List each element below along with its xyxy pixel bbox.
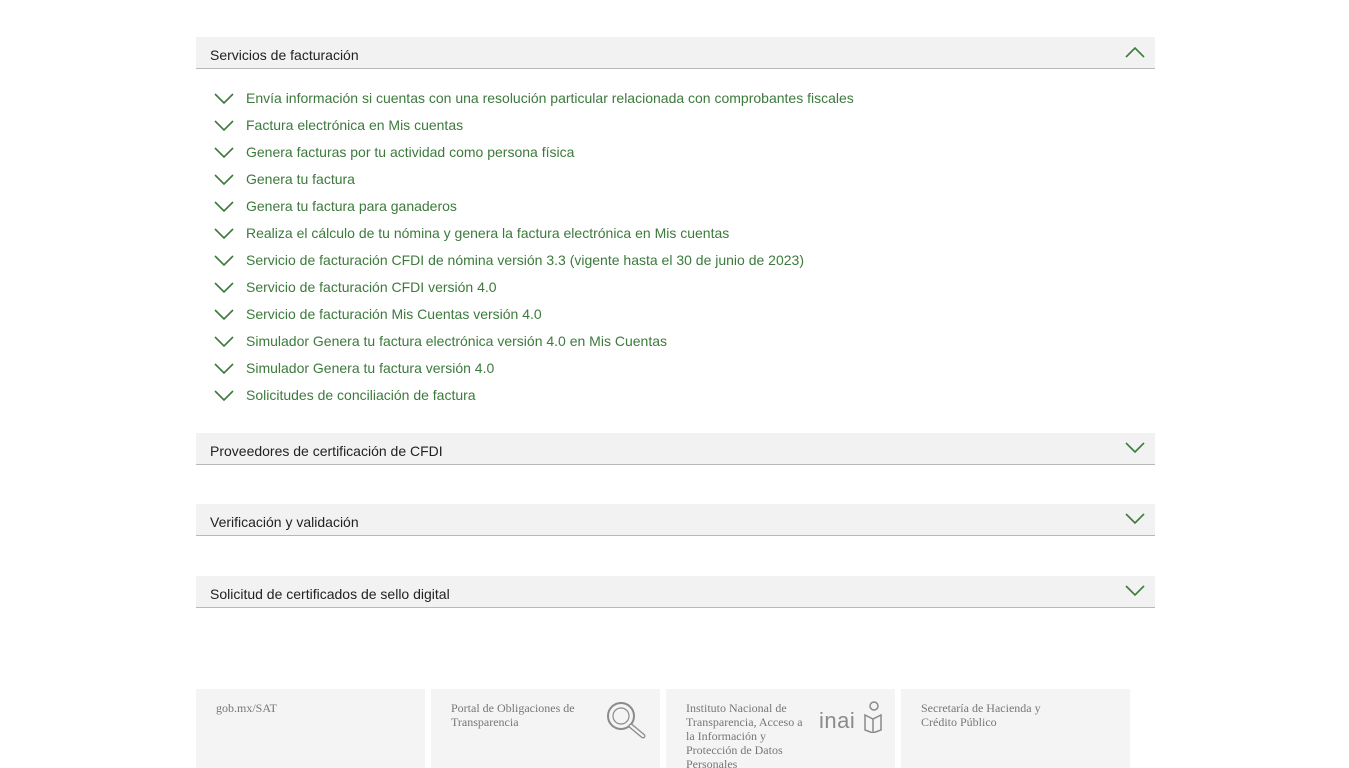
chevron-down-icon[interactable] bbox=[1125, 513, 1145, 525]
section-proveedores-certificacion: Proveedores de certificación de CFDI bbox=[196, 433, 1155, 465]
chevron-down-icon[interactable] bbox=[1125, 585, 1145, 597]
chevron-down-icon bbox=[214, 255, 234, 267]
service-link[interactable]: Solicitudes de conciliación de factura bbox=[246, 387, 476, 403]
service-link[interactable]: Genera tu factura para ganaderos bbox=[246, 198, 457, 214]
footer-transparencia-label: Portal de Obligaciones de Transparencia bbox=[451, 701, 575, 729]
section-header-proveedores-certificacion[interactable]: Proveedores de certificación de CFDI bbox=[196, 433, 1155, 465]
book-person-icon bbox=[864, 701, 882, 733]
chevron-down-icon bbox=[214, 93, 234, 105]
footer-gob-label: gob.mx/SAT bbox=[216, 701, 278, 715]
chevron-down-icon bbox=[214, 120, 234, 132]
chevron-down-icon bbox=[214, 147, 234, 159]
chevron-down-icon bbox=[214, 201, 234, 213]
inai-logo: inai bbox=[819, 708, 856, 733]
service-link[interactable]: Servicio de facturación CFDI versión 4.0 bbox=[246, 279, 497, 295]
chevron-down-icon bbox=[214, 228, 234, 240]
section-verificacion-validacion: Verificación y validación bbox=[196, 504, 1155, 536]
service-link[interactable]: Realiza el cálculo de tu nómina y genera… bbox=[246, 225, 729, 241]
footer-hacienda-link[interactable]: Secretaría de Hacienda y Crédito Público bbox=[901, 689, 1130, 768]
chevron-down-icon bbox=[214, 309, 234, 321]
footer-hacienda-label: Secretaría de Hacienda y Crédito Público bbox=[921, 701, 1041, 729]
magnifier-icon bbox=[607, 702, 646, 739]
chevron-down-icon bbox=[214, 390, 234, 402]
section-header-solicitud-certificados[interactable]: Solicitud de certificados de sello digit… bbox=[196, 576, 1155, 608]
footer-gob-link[interactable]: gob.mx/SAT bbox=[196, 689, 425, 768]
section-solicitud-certificados: Solicitud de certificados de sello digit… bbox=[196, 576, 1155, 608]
service-link[interactable]: Simulador Genera tu factura versión 4.0 bbox=[246, 360, 494, 376]
section-title: Servicios de facturación bbox=[210, 47, 359, 63]
footer-inai-link[interactable]: Instituto Nacional de Transparencia, Acc… bbox=[666, 689, 895, 768]
section-title: Verificación y validación bbox=[210, 514, 359, 530]
section-title: Solicitud de certificados de sello digit… bbox=[210, 586, 450, 602]
chevron-down-icon bbox=[214, 363, 234, 375]
chevron-down-icon bbox=[214, 174, 234, 186]
section-title: Proveedores de certificación de CFDI bbox=[210, 443, 443, 459]
footer-inai-label: Instituto Nacional de Transparencia, Acc… bbox=[686, 701, 803, 768]
service-link[interactable]: Envía información si cuentas con una res… bbox=[246, 90, 854, 106]
section-header-verificacion-validacion[interactable]: Verificación y validación bbox=[196, 504, 1155, 536]
service-link[interactable]: Factura electrónica en Mis cuentas bbox=[246, 117, 463, 133]
chevron-down-icon[interactable] bbox=[1125, 442, 1145, 454]
service-link[interactable]: Servicio de facturación CFDI de nómina v… bbox=[246, 252, 804, 268]
footer-transparencia-link[interactable]: Portal de Obligaciones de Transparencia bbox=[431, 689, 660, 768]
chevron-down-icon bbox=[214, 336, 234, 348]
service-link[interactable]: Simulador Genera tu factura electrónica … bbox=[246, 333, 667, 349]
service-link[interactable]: Genera facturas por tu actividad como pe… bbox=[246, 144, 574, 160]
chevron-up-icon[interactable] bbox=[1125, 46, 1145, 58]
chevron-down-icon bbox=[214, 282, 234, 294]
service-link[interactable]: Genera tu factura bbox=[246, 171, 355, 187]
section-servicios-facturacion: Servicios de facturación bbox=[196, 37, 1155, 69]
service-link[interactable]: Servicio de facturación Mis Cuentas vers… bbox=[246, 306, 542, 322]
section-header-servicios-facturacion[interactable]: Servicios de facturación bbox=[196, 37, 1155, 69]
